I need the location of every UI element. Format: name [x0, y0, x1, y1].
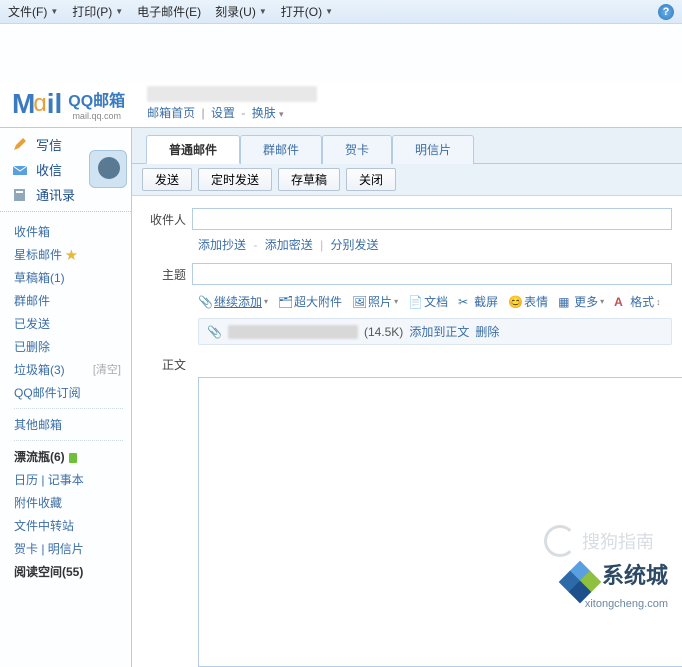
link-mailbox-home[interactable]: 邮箱首页 — [147, 106, 195, 120]
star-icon: ★ — [65, 248, 77, 262]
menu-open[interactable]: 打开(O)▼ — [281, 3, 333, 20]
folder-file-transfer[interactable]: 文件中转站 — [14, 514, 131, 537]
chevron-down-icon: ▾ — [394, 297, 398, 306]
help-button[interactable]: ? — [658, 4, 674, 20]
app-menubar: 文件(F)▼ 打印(P)▼ 电子邮件(E) 刻录(U)▼ 打开(O)▼ ? — [0, 0, 682, 24]
attach-button[interactable]: 📎继续添加▾ — [198, 293, 268, 310]
photo-icon: 🖼 — [352, 295, 365, 308]
compose-toolbar: 发送 定时发送 存草稿 关闭 — [132, 164, 682, 196]
account-name-redacted — [147, 86, 317, 102]
attachment-name-redacted — [228, 325, 358, 339]
add-bcc-link[interactable]: 添加密送 — [265, 238, 313, 252]
folder-drift-bottle[interactable]: 漂流瓶(6) — [14, 445, 131, 468]
editor-toolbar: 📎继续添加▾ 🗂超大附件 🖼照片▾ 📄文档 ✂截屏 😊表情 ▦更多▾ A格式↕ — [132, 289, 682, 316]
chevron-down-icon: ▾ — [264, 297, 268, 306]
bottle-icon — [69, 453, 77, 463]
chevron-down-icon: ▼ — [259, 7, 267, 16]
header-links: 邮箱首页 | 设置 - 换肤 ▾ — [147, 104, 317, 121]
link-settings[interactable]: 设置 — [211, 106, 235, 120]
send-button[interactable]: 发送 — [142, 168, 192, 191]
tab-group-mail[interactable]: 群邮件 — [240, 135, 322, 164]
attachment-size: (14.5K) — [364, 325, 403, 339]
chevron-down-icon: ▼ — [115, 7, 123, 16]
folder-reader[interactable]: 阅读空间(55) — [14, 560, 131, 583]
more-button[interactable]: ▦更多▾ — [558, 293, 604, 310]
inbox-icon — [12, 162, 28, 178]
save-draft-button[interactable]: 存草稿 — [278, 168, 340, 191]
empty-spam-link[interactable]: [清空] — [93, 361, 121, 377]
subject-input[interactable] — [192, 263, 672, 285]
mail-header: Mɑil QQ邮箱 mail.qq.com 邮箱首页 | 设置 - 换肤 ▾ — [0, 82, 682, 127]
folder-deleted[interactable]: 已删除 — [14, 335, 131, 358]
folder-subscriptions[interactable]: QQ邮件订阅 — [14, 381, 131, 404]
bigfile-button[interactable]: 🗂超大附件 — [278, 293, 342, 310]
folder-inbox[interactable]: 收件箱 — [14, 220, 131, 243]
compose-tabs: 普通邮件 群邮件 贺卡 明信片 — [132, 128, 682, 164]
document-button[interactable]: 📄文档 — [408, 293, 448, 310]
grid-icon: ▦ — [558, 295, 571, 308]
schedule-send-button[interactable]: 定时发送 — [198, 168, 272, 191]
compose-icon — [12, 137, 28, 153]
folder-cards[interactable]: 贺卡 | 明信片 — [14, 537, 131, 560]
menu-print[interactable]: 打印(P)▼ — [72, 3, 123, 20]
sidebar-primary: 写信 收信 通讯录 — [0, 128, 131, 212]
contacts-icon — [12, 187, 28, 203]
folder-spam[interactable]: 垃圾箱(3)[清空] — [14, 358, 131, 381]
folder-drafts[interactable]: 草稿箱(1) — [14, 266, 131, 289]
send-separately-link[interactable]: 分别发送 — [331, 238, 379, 252]
insert-to-body-link[interactable]: 添加到正文 — [409, 323, 469, 340]
delete-attachment-link[interactable]: 删除 — [475, 323, 499, 340]
emoji-button[interactable]: 😊表情 — [508, 293, 548, 310]
paperclip-icon: 📎 — [207, 325, 222, 339]
document-icon: 📄 — [408, 295, 421, 308]
menu-email[interactable]: 电子邮件(E) — [137, 3, 201, 20]
folder-starred[interactable]: 星标邮件 ★ — [14, 243, 131, 266]
avatar[interactable] — [89, 150, 127, 188]
compose-panel: 普通邮件 群邮件 贺卡 明信片 发送 定时发送 存草稿 关闭 收件人 添加抄送 … — [132, 128, 682, 667]
chevron-down-icon: ▾ — [600, 297, 604, 306]
folder-group[interactable]: 群邮件 — [14, 289, 131, 312]
bigfile-icon: 🗂 — [278, 295, 291, 308]
chevron-down-icon: ▼ — [325, 7, 333, 16]
body-label: 正文 — [142, 353, 192, 373]
folder-sent[interactable]: 已发送 — [14, 312, 131, 335]
body-editor[interactable] — [198, 377, 682, 667]
qqmail-logo[interactable]: Mɑil QQ邮箱 mail.qq.com — [12, 87, 125, 121]
screenshot-button[interactable]: ✂截屏 — [458, 293, 498, 310]
toolbar-spacer — [0, 24, 682, 82]
to-label: 收件人 — [142, 208, 192, 228]
smile-icon: 😊 — [508, 295, 521, 308]
scissors-icon: ✂ — [458, 295, 471, 308]
tab-greeting-card[interactable]: 贺卡 — [322, 135, 392, 164]
to-input[interactable] — [192, 208, 672, 230]
link-skin[interactable]: 换肤 — [252, 106, 276, 120]
menu-burn[interactable]: 刻录(U)▼ — [215, 3, 267, 20]
sidebar: 写信 收信 通讯录 收件箱 星标邮件 ★ 草稿箱(1) 群邮件 已发送 已删除 … — [0, 128, 132, 667]
photo-button[interactable]: 🖼照片▾ — [352, 293, 398, 310]
tab-normal-mail[interactable]: 普通邮件 — [146, 135, 240, 164]
chevron-down-icon: ▾ — [279, 109, 284, 119]
close-button[interactable]: 关闭 — [346, 168, 396, 191]
recipient-options: 添加抄送 - 添加密送 | 分别发送 — [132, 234, 682, 259]
folder-other-mail[interactable]: 其他邮箱 — [14, 413, 131, 436]
paperclip-icon: 📎 — [198, 295, 211, 308]
subject-label: 主题 — [142, 263, 192, 283]
chevron-down-icon: ▼ — [50, 7, 58, 16]
format-button[interactable]: A格式↕ — [614, 293, 661, 310]
folder-attachments[interactable]: 附件收藏 — [14, 491, 131, 514]
sidebar-folders: 收件箱 星标邮件 ★ 草稿箱(1) 群邮件 已发送 已删除 垃圾箱(3)[清空]… — [0, 212, 131, 591]
menu-file[interactable]: 文件(F)▼ — [8, 3, 58, 20]
add-cc-link[interactable]: 添加抄送 — [198, 238, 246, 252]
format-icon: A — [614, 295, 627, 308]
collapse-icon: ↕ — [656, 297, 661, 307]
folder-calendar-notes[interactable]: 日历 | 记事本 — [14, 468, 131, 491]
attachment-row: 📎 (14.5K) 添加到正文 删除 — [198, 318, 672, 345]
tab-postcard[interactable]: 明信片 — [392, 135, 474, 164]
